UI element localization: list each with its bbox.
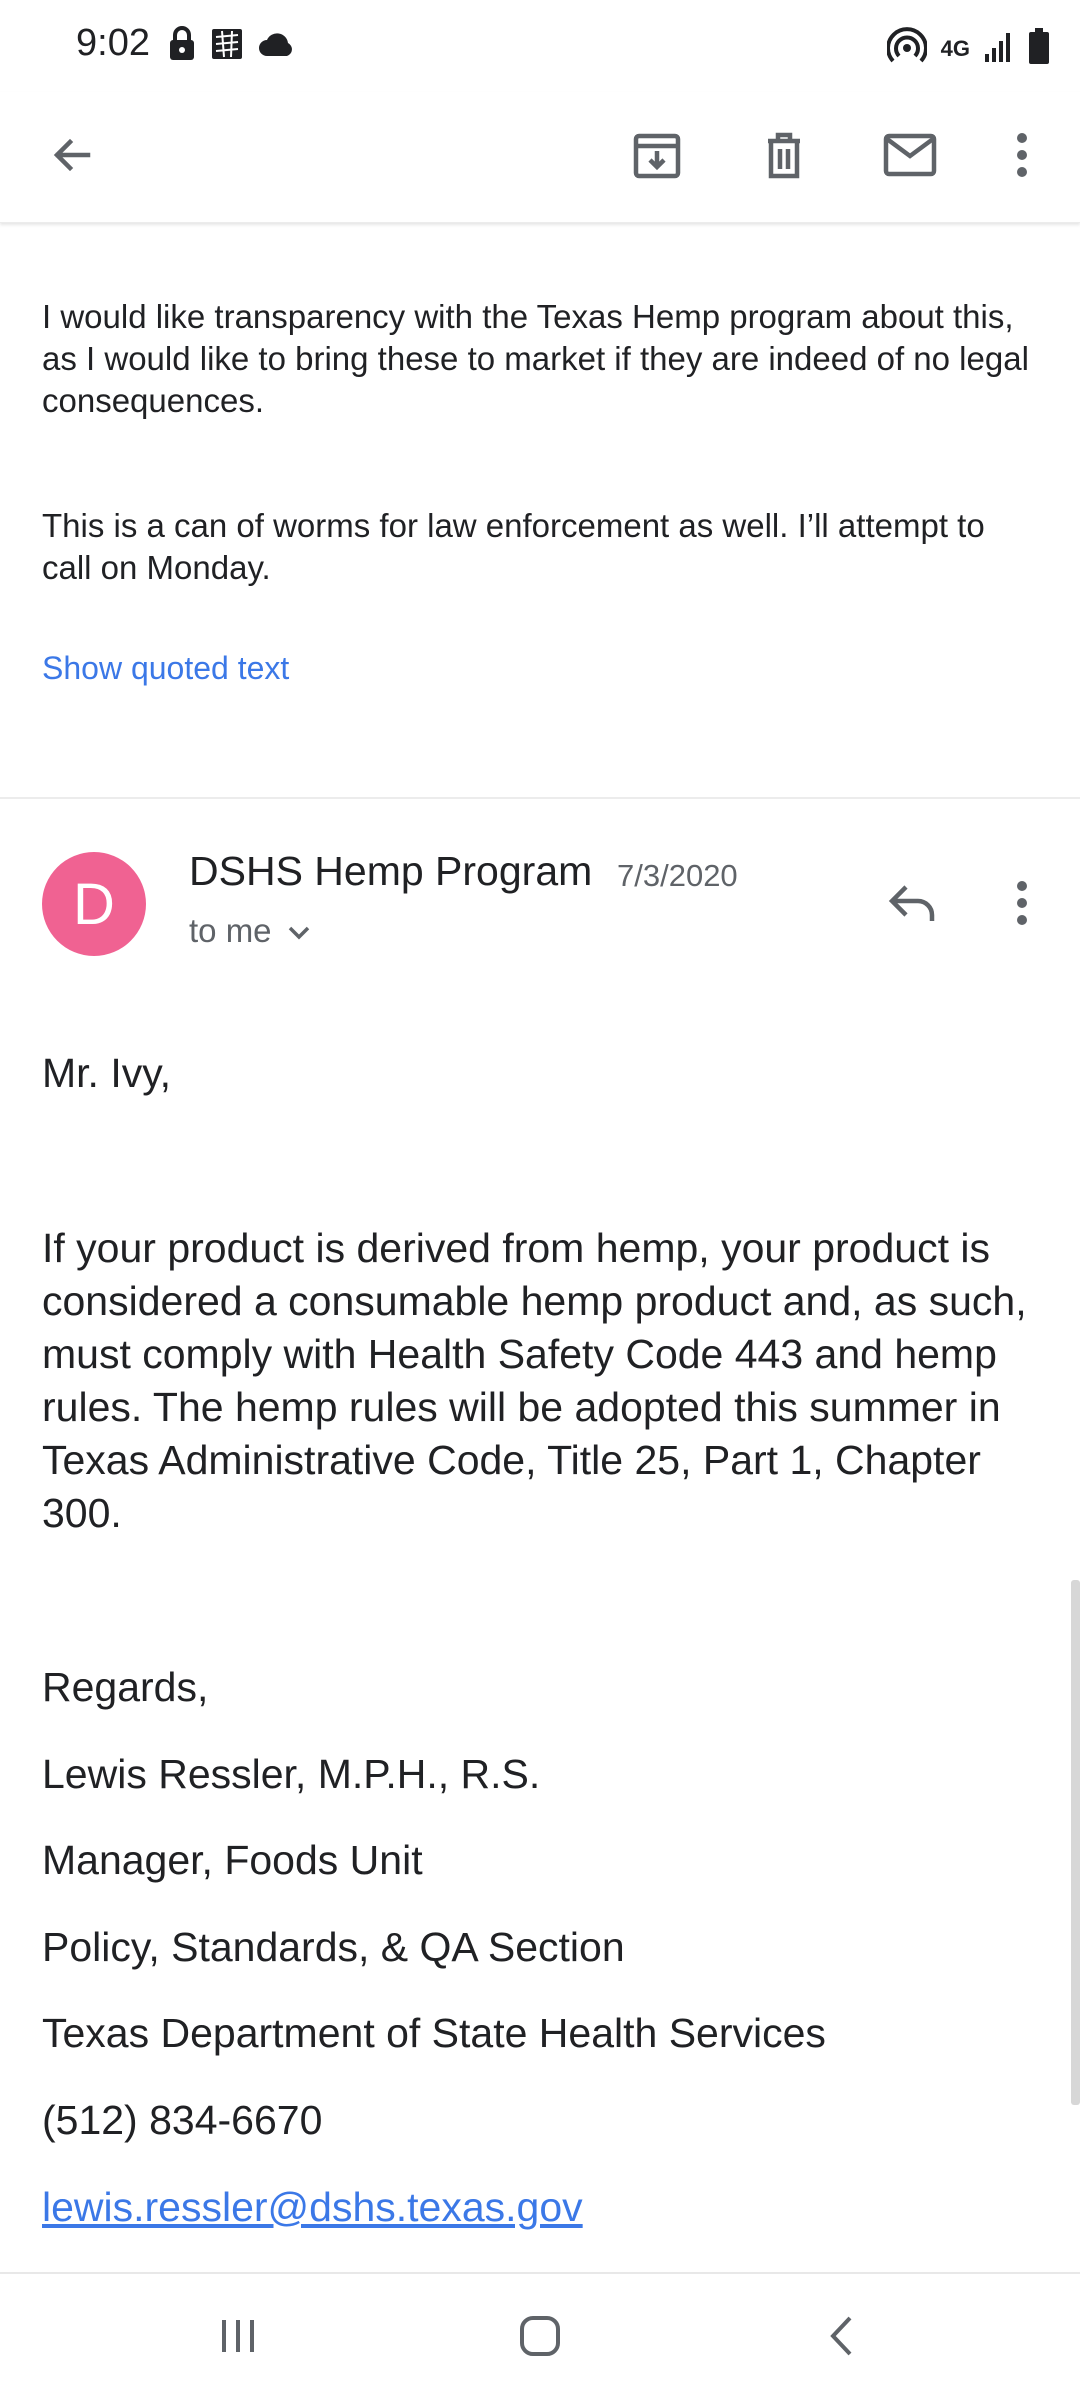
more-vert-icon <box>1014 131 1030 184</box>
sender-name: DSHS Hemp Program <box>189 848 593 894</box>
system-back-button[interactable] <box>802 2298 882 2378</box>
previous-message-paragraph: I would like transparency with the Texas… <box>42 298 1029 419</box>
delete-button[interactable] <box>744 117 824 197</box>
app-bar <box>0 92 1080 223</box>
archive-icon <box>631 129 683 186</box>
recents-button[interactable] <box>198 2298 278 2378</box>
message-more-options-button[interactable] <box>982 865 1062 945</box>
network-4g-label: 4G <box>940 35 970 61</box>
signal-icon <box>984 30 1014 67</box>
signature-line: Lewis Ressler, M.P.H., R.S. <box>42 1751 541 1797</box>
nav-back-icon <box>826 2313 858 2364</box>
cloud-icon <box>258 30 296 63</box>
delete-icon <box>760 129 808 186</box>
signature-email-link[interactable]: lewis.ressler@dshs.texas.gov <box>42 2182 1052 2232</box>
more-options-button[interactable] <box>982 117 1062 197</box>
show-quoted-text-link[interactable]: Show quoted text <box>42 650 289 687</box>
avatar-letter: D <box>73 871 115 937</box>
signature-line: Policy, Standards, & QA Section <box>42 1924 625 1970</box>
network-4g-icon: 4G <box>941 37 970 59</box>
signature-line: Manager, Foods Unit <box>42 1837 423 1883</box>
recents-icon <box>216 2316 260 2361</box>
navigation-bar <box>0 2272 1080 2402</box>
status-time: 9:02 <box>76 22 150 64</box>
status-bar: 9:02 4G <box>0 0 1080 92</box>
reply-icon <box>886 881 938 930</box>
signature-phone: (512) 834-6670 <box>42 2097 323 2143</box>
reply-button[interactable] <box>872 865 952 945</box>
home-button[interactable] <box>500 2298 580 2378</box>
archive-button[interactable] <box>617 117 697 197</box>
battery-icon <box>1028 28 1050 69</box>
signature-line: Regards, <box>42 1664 209 1710</box>
app-notification-icon <box>210 27 244 66</box>
chevron-down-icon <box>286 912 312 950</box>
arrow-back-icon <box>48 131 96 184</box>
recipient-label: to me <box>189 912 272 949</box>
signature-line: Texas Department of State Health Service… <box>42 2010 826 2056</box>
message-body: If your product is derived from hemp, yo… <box>42 1225 1027 1536</box>
mail-icon <box>882 132 938 183</box>
message-date: 7/3/2020 <box>617 858 738 893</box>
mark-unread-button[interactable] <box>870 117 950 197</box>
status-right-icons: 4G <box>885 26 1050 71</box>
status-left-icons <box>168 26 296 67</box>
hotspot-icon <box>885 26 928 71</box>
previous-message-paragraph: This is a can of worms for law enforceme… <box>42 507 985 586</box>
avatar[interactable]: D <box>42 852 146 956</box>
scrollbar[interactable] <box>1071 1580 1080 2105</box>
message-divider <box>0 797 1080 799</box>
lock-icon <box>168 26 196 67</box>
recipient-details-toggle[interactable]: to me <box>189 912 312 950</box>
back-button[interactable] <box>32 117 112 197</box>
home-icon <box>516 2312 564 2365</box>
message-salutation: Mr. Ivy, <box>42 1050 172 1096</box>
more-vert-icon <box>1014 879 1030 932</box>
